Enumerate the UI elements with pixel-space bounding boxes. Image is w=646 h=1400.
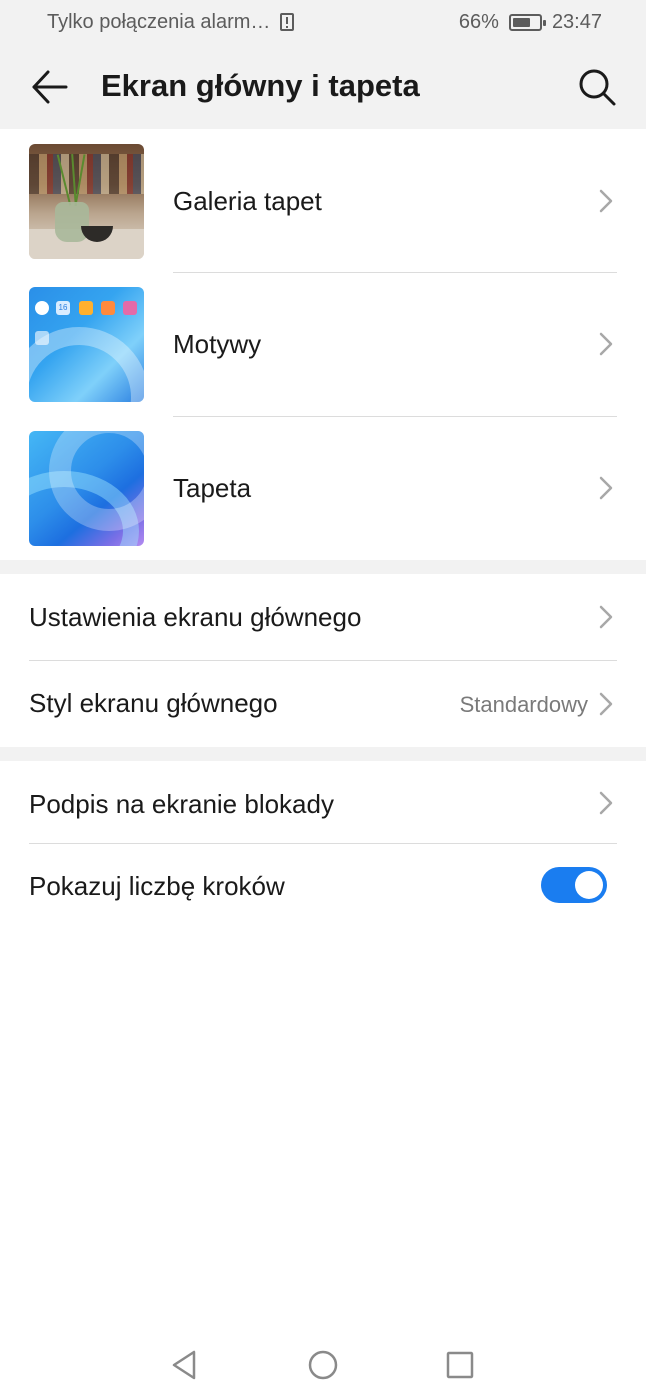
list-item-wallpaper[interactable]: Tapeta [0,431,646,575]
search-button[interactable] [576,66,618,108]
battery-fill [512,17,530,27]
list-item-home-screen-settings[interactable]: Ustawienia ekranu głównego [0,574,646,660]
square-recents-icon [446,1351,474,1379]
thumb-calendar-icon: 16 [56,301,70,315]
carrier-text: Tylko połączenia alarm… [47,10,271,33]
nav-home-button[interactable] [306,1348,340,1382]
list-item-label: Pokazuj liczbę kroków [29,871,285,901]
circle-home-icon [308,1350,338,1380]
toggle-knob [575,871,603,899]
app-bar: Ekran główny i tapeta [0,44,646,129]
chevron-right-icon [594,689,618,719]
status-bar: Tylko połączenia alarm… 66% 23:47 [0,0,646,44]
page-title: Ekran główny i tapeta [101,68,420,103]
nav-back-button[interactable] [168,1348,202,1382]
screen: Tylko połączenia alarm… 66% 23:47 Ekran … [0,0,646,1400]
list-item-label: Ustawienia ekranu głównego [29,602,362,632]
thumb-app-icon [101,301,115,315]
navigation-bar [0,1330,646,1400]
list-item-home-screen-style[interactable]: Styl ekranu głównego Standardowy [0,661,646,747]
themes-thumbnail: 16 [29,287,144,402]
chevron-right-icon [594,788,618,818]
section-separator [0,560,646,574]
arrow-left-icon [32,70,68,104]
list-item-label: Styl ekranu głównego [29,688,278,718]
chevron-right-icon [594,473,618,503]
thumb-shelf [29,154,144,194]
chevron-right-icon [594,329,618,359]
divider [173,272,617,273]
thumb-calendar-date: 16 [58,303,68,312]
list-item-wallpaper-gallery[interactable]: Galeria tapet [0,144,646,288]
status-right: 66% 23:47 [459,11,602,34]
search-icon [579,69,616,106]
wallpaper-thumbnail [29,431,144,546]
thumb-app-icon [79,301,93,315]
wallpaper-gallery-thumbnail [29,144,144,259]
personalization-group: Galeria tapet 16 Motywy Tapeta [0,129,646,560]
battery-icon [508,13,546,31]
battery-percent: 66% [458,10,499,33]
back-button[interactable] [28,66,70,108]
thumb-app-icon [123,301,137,315]
thumb-folder-icon [35,331,49,345]
list-item-label: Tapeta [173,473,252,503]
thumb-clock-icon [35,301,49,315]
show-steps-toggle[interactable] [541,867,607,903]
triangle-back-icon [172,1350,196,1380]
lock-screen-group: Podpis na ekranie blokady Pokazuj liczbę… [0,761,646,927]
alert-icon [280,13,295,31]
list-item-value: Standardowy [459,692,588,717]
list-item-label: Motywy [173,329,262,359]
divider [173,416,617,417]
list-item-label: Podpis na ekranie blokady [29,789,334,819]
status-time: 23:47 [551,10,602,33]
list-item-label: Galeria tapet [173,186,322,216]
section-separator [0,747,646,761]
chevron-right-icon [594,602,618,632]
status-left: Tylko połączenia alarm… [47,10,295,34]
nav-recents-button[interactable] [443,1348,477,1382]
chevron-right-icon [594,186,618,216]
home-settings-group: Ustawienia ekranu głównego Styl ekranu g… [0,574,646,747]
list-item-lock-screen-signature[interactable]: Podpis na ekranie blokady [0,761,646,843]
list-item-themes[interactable]: 16 Motywy [0,287,646,431]
list-item-show-step-count: Pokazuj liczbę kroków [0,844,646,927]
